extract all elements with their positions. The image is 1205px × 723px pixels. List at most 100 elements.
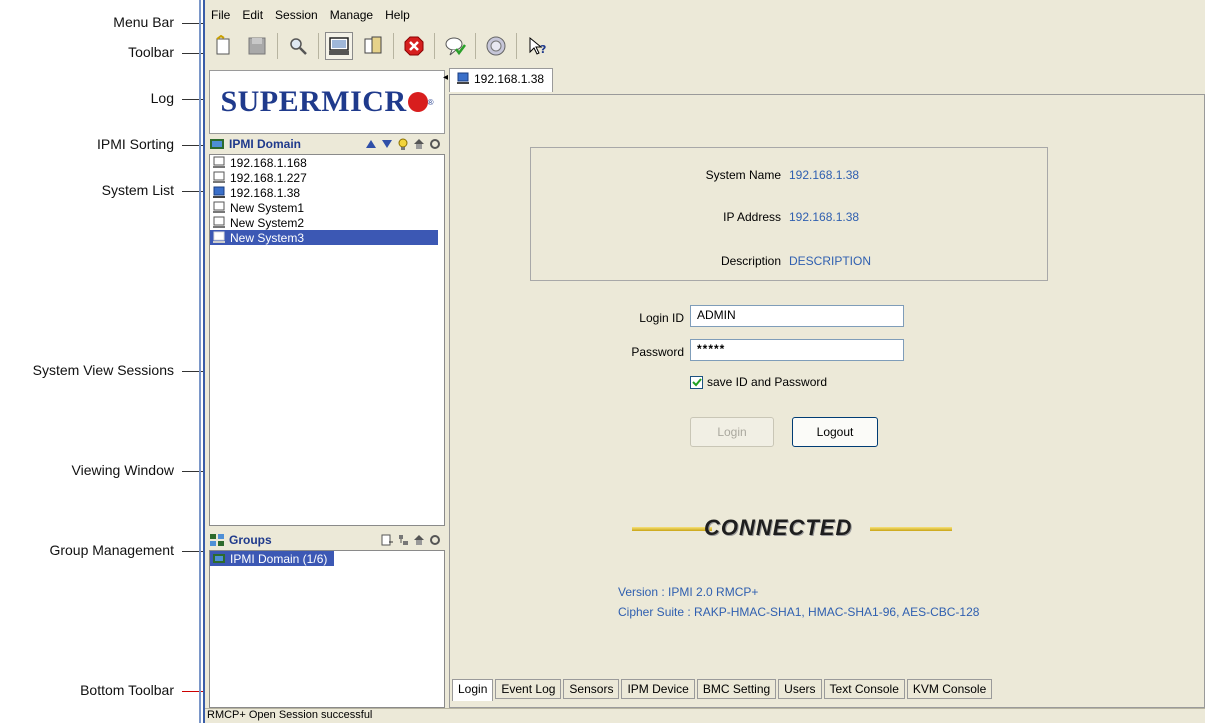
ip-address-value: 192.168.1.38 xyxy=(789,210,860,224)
logo-text: SUPERMICR xyxy=(220,85,407,118)
tab-text-console[interactable]: Text Console xyxy=(823,679,905,699)
info-icon xyxy=(486,36,506,56)
logout-button[interactable]: Logout xyxy=(792,417,878,447)
stop-button[interactable] xyxy=(400,32,428,60)
tab-ipm-device[interactable]: IPM Device xyxy=(621,679,695,699)
group-management-tools xyxy=(381,534,441,546)
context-help-button[interactable]: ? xyxy=(523,32,551,60)
domain-icon xyxy=(210,139,224,149)
info-button[interactable] xyxy=(482,32,510,60)
ipmi-domain-header: IPMI Domain xyxy=(209,136,445,152)
status-line-left xyxy=(632,527,712,531)
system-list-item[interactable]: 192.168.1.168 xyxy=(210,155,444,170)
tab-login[interactable]: Login xyxy=(452,679,494,701)
group-tree-icon[interactable] xyxy=(397,534,409,546)
sort-down-icon[interactable] xyxy=(381,138,393,150)
search-icon xyxy=(290,38,307,55)
session-content: System Name 192.168.1.38 IP Address 192.… xyxy=(449,94,1205,708)
viewing-window: 192.168.1.38 System Name 192.168.1.38 IP… xyxy=(449,68,1205,708)
menu-bar: File Edit Session Manage Help xyxy=(205,6,416,24)
callout-log: Log xyxy=(150,90,174,106)
save-credentials-checkbox[interactable] xyxy=(690,375,703,389)
system-list-item[interactable]: New System2 xyxy=(210,215,444,230)
toolbar-separator xyxy=(475,33,476,59)
group-list-item[interactable]: IPMI Domain (1/6) xyxy=(210,551,334,566)
toolbar-separator xyxy=(516,33,517,59)
search-button[interactable] xyxy=(284,32,312,60)
home-icon[interactable] xyxy=(413,138,425,150)
toolbar: ? xyxy=(209,30,557,62)
groups-list: IPMI Domain (1/6) xyxy=(209,550,445,708)
tab-bmc-setting[interactable]: BMC Setting xyxy=(696,679,777,699)
left-pane: SUPERMICR ® IPMI Domain 192.168.1.168 19… xyxy=(209,68,445,708)
lightbulb-icon[interactable] xyxy=(397,138,409,150)
logo-registered-mark: ® xyxy=(427,97,434,107)
status-line-right xyxy=(870,527,952,531)
group-home-icon[interactable] xyxy=(413,534,425,546)
refresh-icon[interactable] xyxy=(429,138,441,150)
menu-edit[interactable]: Edit xyxy=(236,6,269,24)
cipher-suite-text: Cipher Suite : RAKP-HMAC-SHA1, HMAC-SHA1… xyxy=(618,605,980,619)
password-field[interactable]: ***** xyxy=(690,339,904,361)
description-value: DESCRIPTION xyxy=(789,254,872,268)
server-icon xyxy=(213,171,225,183)
chat-button[interactable] xyxy=(441,32,469,60)
callout-system-list: System List xyxy=(101,182,174,198)
system-view-icon xyxy=(329,37,349,55)
server-active-icon xyxy=(213,186,225,198)
callout-viewing-window: Viewing Window xyxy=(71,462,174,478)
server-icon xyxy=(213,216,225,228)
tab-event-log[interactable]: Event Log xyxy=(495,679,562,699)
menu-manage[interactable]: Manage xyxy=(324,6,379,24)
system-name: New System3 xyxy=(230,230,305,245)
new-system-button[interactable] xyxy=(209,32,237,60)
callout-ipmi-sorting: IPMI Sorting xyxy=(96,136,174,152)
menu-file[interactable]: File xyxy=(205,6,236,24)
system-list-item[interactable]: 192.168.1.38 xyxy=(210,185,444,200)
version-text: Version : IPMI 2.0 RMCP+ xyxy=(618,585,759,599)
callout-system-view-sessions: System View Sessions xyxy=(32,362,174,378)
toolbar-separator xyxy=(393,33,394,59)
toolbar-separator xyxy=(318,33,319,59)
ipmi-sorting-tools xyxy=(365,138,441,150)
system-list-item-selected[interactable]: New System3 xyxy=(210,230,438,245)
login-button[interactable]: Login xyxy=(690,417,774,447)
groups-icon xyxy=(210,534,224,546)
panel-button[interactable] xyxy=(359,32,387,60)
annotated-screenshot: Menu Bar Toolbar Log IPMI Sorting System… xyxy=(0,0,1205,723)
system-name-label: System Name xyxy=(705,168,781,182)
menu-session[interactable]: Session xyxy=(269,6,324,24)
login-id-label: Login ID xyxy=(639,311,684,325)
tab-kvm-console[interactable]: KVM Console xyxy=(906,679,993,699)
tab-sensors[interactable]: Sensors xyxy=(563,679,620,699)
server-icon xyxy=(213,231,225,243)
save-button[interactable] xyxy=(243,32,271,60)
login-id-field[interactable]: ADMIN xyxy=(690,305,904,327)
system-name: New System1 xyxy=(230,200,305,215)
window-edge xyxy=(199,0,201,723)
system-list-item[interactable]: 192.168.1.227 xyxy=(210,170,444,185)
system-list-item[interactable]: New System1 xyxy=(210,200,444,215)
panel-icon xyxy=(364,36,382,54)
ipmiview-window: File Edit Session Manage Help ? SUPERMIC… xyxy=(203,0,1205,723)
system-list: 192.168.1.168 192.168.1.227 192.168.1.38… xyxy=(209,154,445,526)
help-pointer-icon: ? xyxy=(529,36,546,56)
callout-bottom-toolbar: Bottom Toolbar xyxy=(80,682,174,698)
description-label: Description xyxy=(720,254,781,268)
sort-up-icon[interactable] xyxy=(365,138,377,150)
status-bar: RMCP+ Open Session successful xyxy=(205,708,1205,723)
group-refresh-icon[interactable] xyxy=(429,534,441,546)
system-view-button[interactable] xyxy=(325,32,353,60)
system-name-value: 192.168.1.38 xyxy=(789,168,860,182)
toolbar-separator xyxy=(277,33,278,59)
system-name: 192.168.1.227 xyxy=(230,170,307,185)
system-name: 192.168.1.38 xyxy=(230,185,301,200)
menu-help[interactable]: Help xyxy=(379,6,416,24)
callout-menu-bar: Menu Bar xyxy=(113,14,174,30)
add-group-icon[interactable] xyxy=(381,534,393,546)
tab-users[interactable]: Users xyxy=(778,679,822,699)
password-label: Password xyxy=(631,345,684,359)
session-tab[interactable]: 192.168.1.38 xyxy=(449,68,554,92)
save-credentials-row: save ID and Password xyxy=(690,375,827,389)
supermicro-logo: SUPERMICR ® xyxy=(209,70,445,134)
